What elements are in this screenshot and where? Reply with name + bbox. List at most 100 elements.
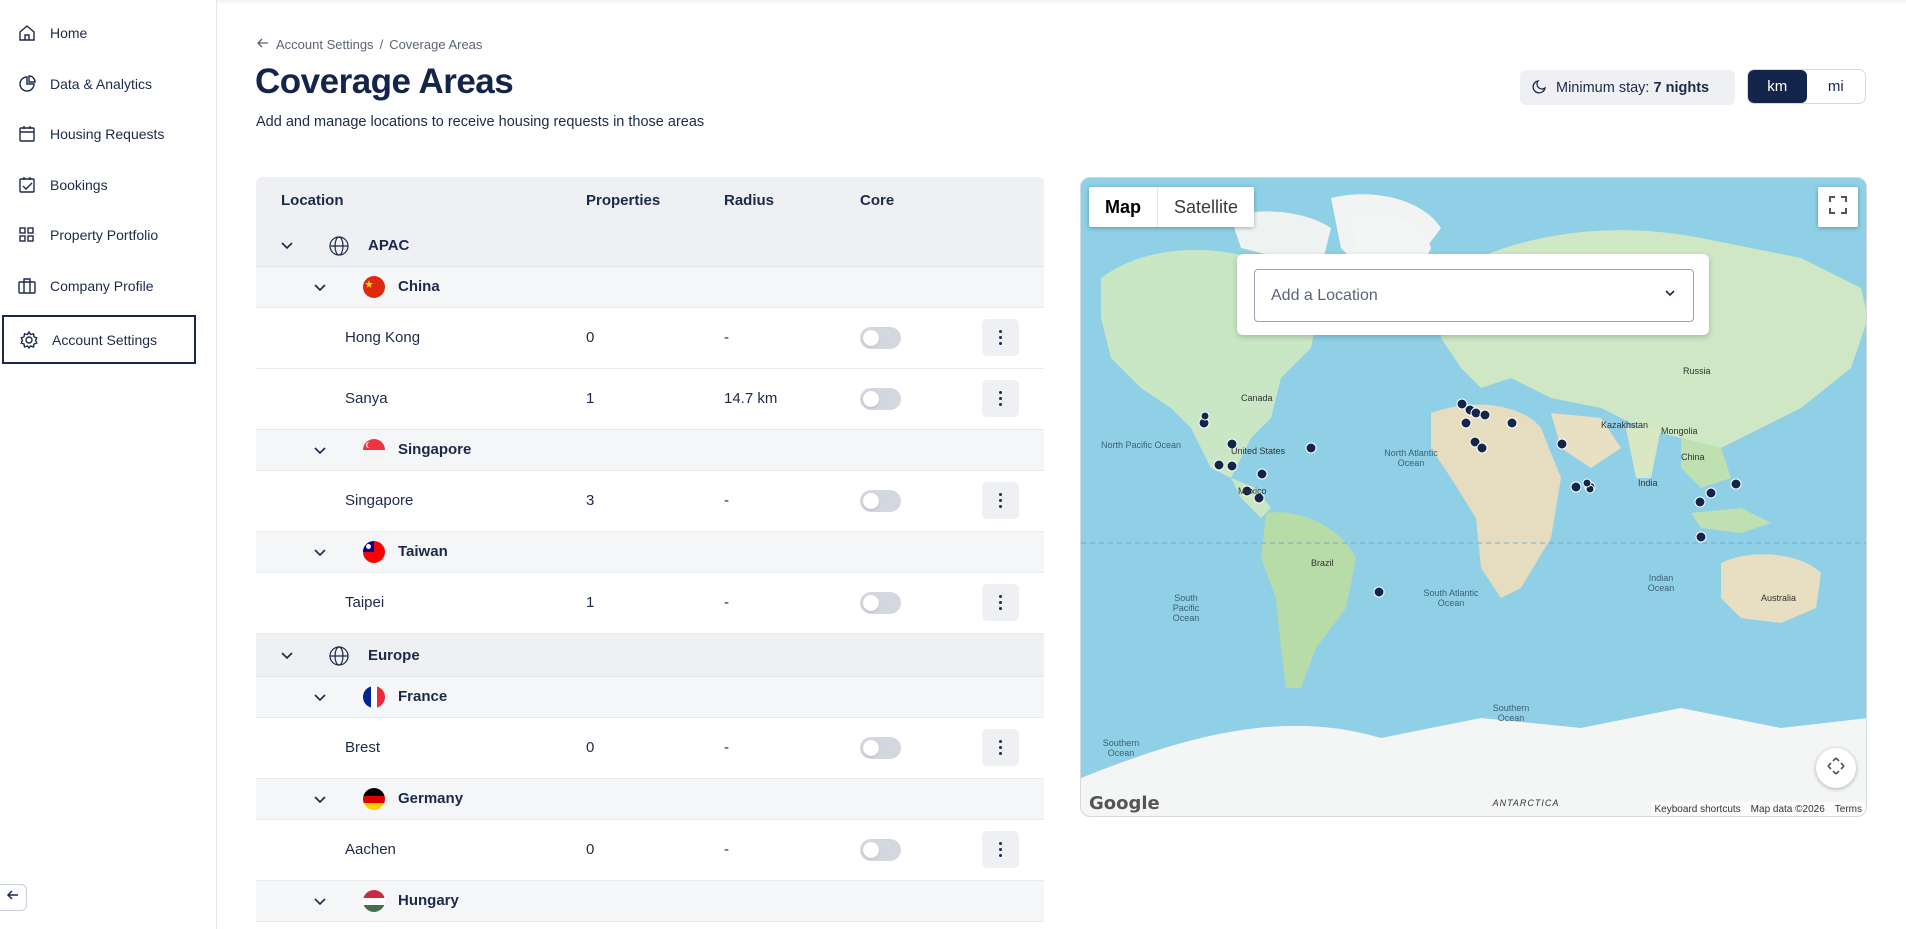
map-label: India	[1638, 478, 1658, 488]
sidebar-item-label: Account Settings	[52, 331, 158, 348]
chevron-down-icon[interactable]	[312, 689, 328, 705]
sidebar-item-label: Home	[50, 25, 88, 41]
calendar-check-icon	[16, 174, 38, 196]
map-label: Mongolia	[1661, 426, 1698, 436]
city-name: Brest	[345, 739, 381, 756]
map-label: North Atlantic Ocean	[1384, 448, 1438, 468]
chevron-down-icon[interactable]	[312, 442, 328, 458]
row-actions-button[interactable]	[982, 380, 1019, 417]
map-label: Brazil	[1311, 558, 1334, 568]
map-type-map-button[interactable]: Map	[1089, 187, 1158, 227]
sidebar-item-home[interactable]: Home	[0, 9, 195, 57]
row-actions-button[interactable]	[982, 584, 1019, 621]
sidebar-item-label: Bookings	[50, 177, 108, 193]
flag-germany-icon	[363, 788, 385, 810]
region-row-apac[interactable]: APAC	[256, 224, 1044, 267]
breadcrumb-parent[interactable]: Account Settings	[276, 37, 374, 52]
table-row: Taipei 1 -	[256, 573, 1044, 634]
row-actions-button[interactable]	[982, 831, 1019, 868]
map-label: South Atlantic Ocean	[1423, 588, 1479, 608]
core-toggle[interactable]	[860, 592, 901, 614]
row-actions-button[interactable]	[982, 319, 1019, 356]
core-toggle[interactable]	[860, 839, 901, 861]
row-actions-button[interactable]	[982, 729, 1019, 766]
country-row-singapore[interactable]: Singapore	[256, 430, 1044, 471]
minimum-stay-label: Minimum stay:	[1556, 79, 1650, 96]
calendar-icon	[16, 123, 38, 145]
sidebar-item-housing-requests[interactable]: Housing Requests	[0, 110, 195, 158]
table-row: Singapore 3 -	[256, 471, 1044, 532]
map-type-satellite-button[interactable]: Satellite	[1158, 187, 1254, 227]
city-name: Hong Kong	[345, 329, 421, 346]
country-row-france[interactable]: France	[256, 677, 1044, 718]
country-row-germany[interactable]: Germany	[256, 779, 1044, 820]
globe-icon	[329, 236, 349, 256]
fullscreen-button[interactable]	[1818, 187, 1858, 227]
map-label: United States	[1231, 446, 1286, 456]
core-toggle[interactable]	[860, 327, 901, 349]
google-logo: Google	[1089, 793, 1160, 814]
region-row-europe[interactable]: Europe	[256, 634, 1044, 677]
sidebar-item-bookings[interactable]: Bookings	[0, 161, 195, 209]
minimum-stay-badge[interactable]: Minimum stay: 7 nights	[1520, 70, 1735, 105]
country-row-taiwan[interactable]: Taiwan	[256, 532, 1044, 573]
fullscreen-icon	[1829, 195, 1847, 219]
flag-hungary-icon	[363, 890, 385, 912]
pie-chart-icon	[16, 73, 38, 95]
globe-icon	[329, 646, 349, 666]
map-label: Kazakhstan	[1601, 420, 1649, 430]
chevron-down-icon[interactable]	[279, 647, 295, 663]
flag-singapore-icon	[363, 439, 385, 461]
coverage-map[interactable]: North Pacific Ocean North Atlantic Ocean…	[1080, 177, 1867, 817]
chevron-down-icon[interactable]	[312, 893, 328, 909]
chevron-down-icon[interactable]	[312, 279, 328, 295]
breadcrumb: Account Settings / Coverage Areas	[256, 36, 482, 53]
sidebar-item-label: Property Portfolio	[50, 227, 159, 243]
map-label: Russia	[1683, 366, 1711, 376]
sidebar-item-company-profile[interactable]: Company Profile	[0, 262, 195, 310]
region-label: Europe	[368, 647, 420, 664]
add-location-panel: Add a Location	[1237, 254, 1709, 335]
core-toggle[interactable]	[860, 490, 901, 512]
chevron-down-icon	[1663, 286, 1677, 305]
top-divider	[217, 0, 1906, 4]
chevron-down-icon[interactable]	[312, 791, 328, 807]
map-label: Mexico	[1238, 486, 1267, 496]
core-toggle[interactable]	[860, 388, 901, 410]
coverage-table: Location Properties Radius Core APAC Chi…	[256, 177, 1044, 922]
add-location-select[interactable]: Add a Location	[1254, 269, 1694, 322]
sidebar: Home Data & Analytics Housing Requests B…	[0, 0, 217, 929]
map-label: Southern Ocean	[1492, 703, 1530, 723]
unit-km-button[interactable]: km	[1748, 70, 1807, 103]
column-location: Location	[281, 192, 344, 209]
arrow-left-icon[interactable]	[256, 36, 270, 53]
map-label: Southern Ocean	[1102, 738, 1140, 758]
table-row: Brest 0 -	[256, 718, 1044, 779]
map-label: South Pacific Ocean	[1172, 593, 1200, 623]
column-core: Core	[860, 192, 895, 209]
flag-china-icon	[363, 276, 385, 298]
keyboard-shortcuts-link[interactable]: Keyboard shortcuts	[1655, 804, 1741, 815]
sidebar-item-property-portfolio[interactable]: Property Portfolio	[0, 211, 195, 259]
country-label: Taiwan	[398, 543, 448, 560]
table-row: Hong Kong 0 -	[256, 308, 1044, 369]
table-row: Sanya 1 14.7 km	[256, 369, 1044, 430]
map-label: North Pacific Ocean	[1101, 440, 1182, 450]
country-row-hungary[interactable]: Hungary	[256, 881, 1044, 922]
chevron-down-icon[interactable]	[312, 544, 328, 560]
sidebar-item-account-settings[interactable]: Account Settings	[2, 315, 196, 364]
sidebar-item-data-analytics[interactable]: Data & Analytics	[0, 60, 195, 108]
core-toggle[interactable]	[860, 737, 901, 759]
row-actions-button[interactable]	[982, 482, 1019, 519]
properties-count: 1	[586, 390, 595, 407]
country-row-china[interactable]: China	[256, 267, 1044, 308]
chevron-down-icon[interactable]	[279, 237, 295, 253]
breadcrumb-separator: /	[379, 37, 384, 52]
flag-france-icon	[363, 686, 385, 708]
terms-link[interactable]: Terms	[1835, 804, 1862, 815]
unit-mi-button[interactable]: mi	[1807, 70, 1866, 103]
collapse-sidebar-button[interactable]	[0, 884, 27, 911]
camera-control-button[interactable]	[1816, 748, 1856, 788]
table-row: Aachen 0 -	[256, 820, 1044, 881]
flag-taiwan-icon	[363, 541, 385, 563]
